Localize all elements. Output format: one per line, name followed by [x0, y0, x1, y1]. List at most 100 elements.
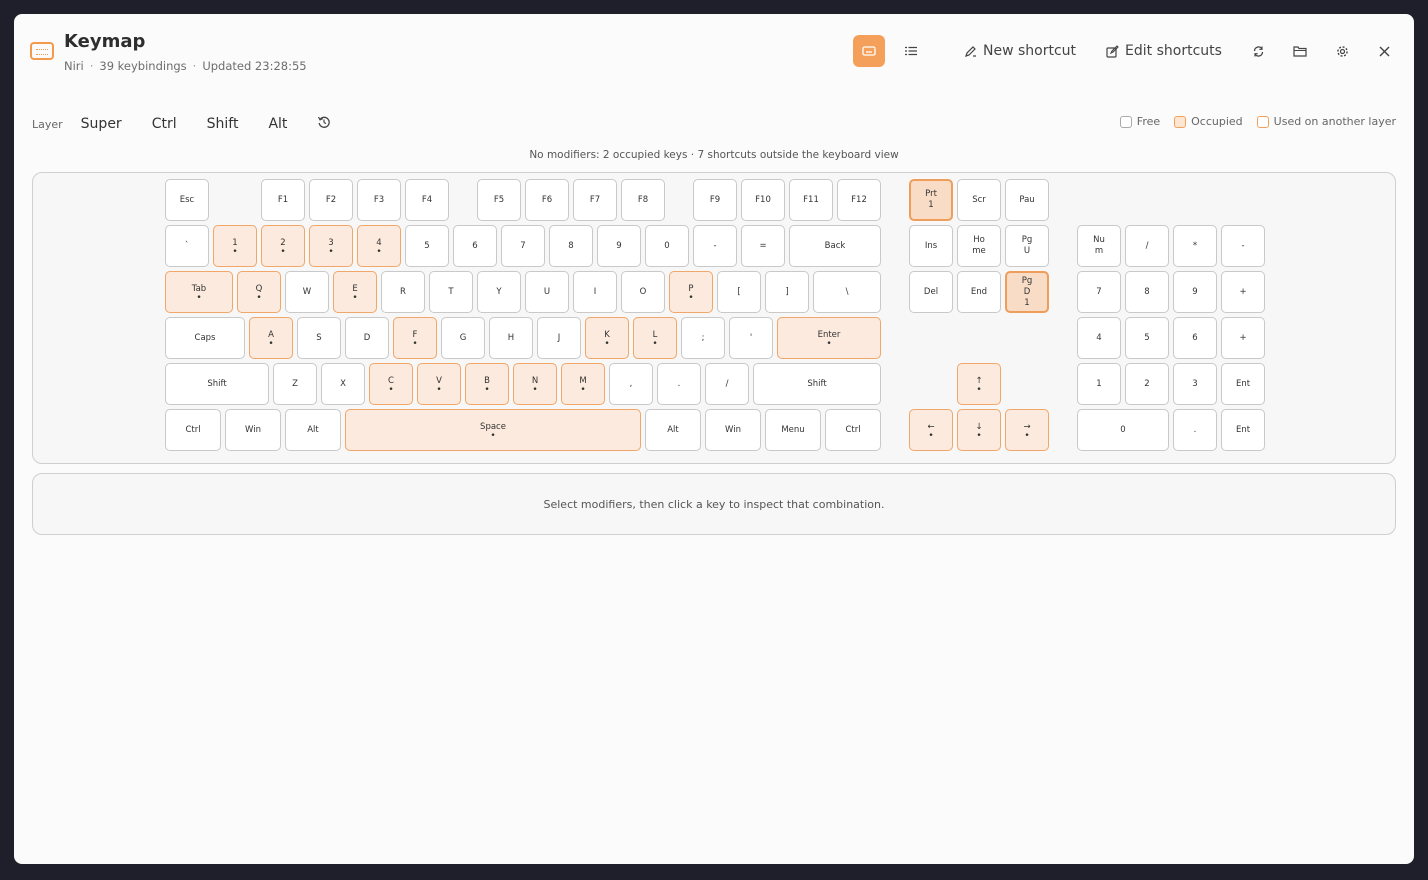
key[interactable]: A •: [249, 317, 293, 359]
key[interactable]: F5: [477, 179, 521, 221]
key[interactable]: ,: [609, 363, 653, 405]
key[interactable]: F12: [837, 179, 881, 221]
key[interactable]: ]: [765, 271, 809, 313]
keyboard-view-button[interactable]: [853, 35, 885, 67]
key[interactable]: /: [705, 363, 749, 405]
key[interactable]: Ent: [1221, 409, 1265, 451]
key[interactable]: F7: [573, 179, 617, 221]
key[interactable]: -: [693, 225, 737, 267]
key[interactable]: Nu m: [1077, 225, 1121, 267]
key[interactable]: G: [441, 317, 485, 359]
settings-button[interactable]: [1326, 35, 1358, 67]
key[interactable]: 3: [1173, 363, 1217, 405]
key[interactable]: S: [297, 317, 341, 359]
key[interactable]: 3 •: [309, 225, 353, 267]
key[interactable]: Back: [789, 225, 881, 267]
key[interactable]: *: [1173, 225, 1217, 267]
key[interactable]: Alt: [645, 409, 701, 451]
key[interactable]: F2: [309, 179, 353, 221]
key[interactable]: F10: [741, 179, 785, 221]
key[interactable]: 2: [1125, 363, 1169, 405]
key[interactable]: P •: [669, 271, 713, 313]
reset-modifiers-button[interactable]: [317, 115, 331, 133]
modifier-shift[interactable]: Shift: [207, 116, 239, 132]
key[interactable]: Del: [909, 271, 953, 313]
key[interactable]: 1 •: [213, 225, 257, 267]
edit-shortcuts-button[interactable]: Edit shortcuts: [1102, 35, 1226, 67]
key[interactable]: 5: [405, 225, 449, 267]
key[interactable]: +: [1221, 271, 1265, 313]
refresh-button[interactable]: [1242, 35, 1274, 67]
key[interactable]: L •: [633, 317, 677, 359]
key[interactable]: → •: [1005, 409, 1049, 451]
key[interactable]: Scr: [957, 179, 1001, 221]
key[interactable]: U: [525, 271, 569, 313]
key[interactable]: `: [165, 225, 209, 267]
key[interactable]: Win: [705, 409, 761, 451]
key[interactable]: End: [957, 271, 1001, 313]
key[interactable]: ;: [681, 317, 725, 359]
key[interactable]: O: [621, 271, 665, 313]
key[interactable]: =: [741, 225, 785, 267]
key[interactable]: Tab •: [165, 271, 233, 313]
key[interactable]: -: [1221, 225, 1265, 267]
key[interactable]: F9: [693, 179, 737, 221]
modifier-super[interactable]: Super: [81, 116, 122, 132]
key[interactable]: W: [285, 271, 329, 313]
key[interactable]: F4: [405, 179, 449, 221]
key[interactable]: Ins: [909, 225, 953, 267]
key[interactable]: Y: [477, 271, 521, 313]
key[interactable]: D: [345, 317, 389, 359]
new-shortcut-button[interactable]: New shortcut: [959, 35, 1081, 67]
key[interactable]: .: [1173, 409, 1217, 451]
key[interactable]: V •: [417, 363, 461, 405]
key[interactable]: 0: [645, 225, 689, 267]
key[interactable]: Ent: [1221, 363, 1265, 405]
key[interactable]: F3: [357, 179, 401, 221]
key[interactable]: 6: [453, 225, 497, 267]
key[interactable]: 0: [1077, 409, 1169, 451]
key[interactable]: B •: [465, 363, 509, 405]
key[interactable]: 4: [1077, 317, 1121, 359]
key[interactable]: 5: [1125, 317, 1169, 359]
key[interactable]: 1: [1077, 363, 1121, 405]
key[interactable]: Pg D 1: [1005, 271, 1049, 313]
key[interactable]: /: [1125, 225, 1169, 267]
key[interactable]: 7: [1077, 271, 1121, 313]
key[interactable]: Q •: [237, 271, 281, 313]
key[interactable]: \: [813, 271, 881, 313]
key[interactable]: X: [321, 363, 365, 405]
key[interactable]: T: [429, 271, 473, 313]
key[interactable]: Space •: [345, 409, 641, 451]
key[interactable]: C •: [369, 363, 413, 405]
key[interactable]: Prt 1: [909, 179, 953, 221]
key[interactable]: Ho me: [957, 225, 1001, 267]
open-folder-button[interactable]: [1284, 35, 1316, 67]
key[interactable]: 4 •: [357, 225, 401, 267]
key[interactable]: ↑ •: [957, 363, 1001, 405]
key[interactable]: Pau: [1005, 179, 1049, 221]
key[interactable]: ← •: [909, 409, 953, 451]
list-view-button[interactable]: [895, 35, 927, 67]
key[interactable]: Ctrl: [165, 409, 221, 451]
key[interactable]: Caps: [165, 317, 245, 359]
key[interactable]: Z: [273, 363, 317, 405]
key[interactable]: F6: [525, 179, 569, 221]
modifier-ctrl[interactable]: Ctrl: [152, 116, 177, 132]
key[interactable]: F8: [621, 179, 665, 221]
key[interactable]: Ctrl: [825, 409, 881, 451]
key[interactable]: F •: [393, 317, 437, 359]
key[interactable]: [: [717, 271, 761, 313]
key[interactable]: ↓ •: [957, 409, 1001, 451]
key[interactable]: 6: [1173, 317, 1217, 359]
key[interactable]: Enter •: [777, 317, 881, 359]
key[interactable]: M •: [561, 363, 605, 405]
key[interactable]: N •: [513, 363, 557, 405]
key[interactable]: 9: [1173, 271, 1217, 313]
key[interactable]: I: [573, 271, 617, 313]
key[interactable]: Alt: [285, 409, 341, 451]
key[interactable]: 7: [501, 225, 545, 267]
key[interactable]: .: [657, 363, 701, 405]
key[interactable]: +: [1221, 317, 1265, 359]
key[interactable]: Win: [225, 409, 281, 451]
